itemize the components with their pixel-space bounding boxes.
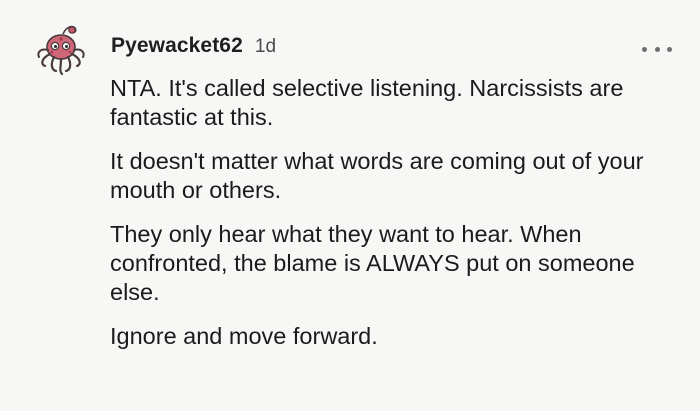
octopus-avatar-icon [37,25,85,76]
comment: Pyewacket62 1d NTA. It's called selectiv… [0,0,700,411]
comment-paragraph: Ignore and move forward. [110,323,378,349]
dot-icon [667,46,672,52]
dot-icon [654,46,660,52]
username[interactable]: Pyewacket62 [111,34,243,58]
user-avatar[interactable] [28,18,94,84]
comment-paragraph: They only hear what they want to hear. W… [110,221,635,305]
more-options-button[interactable] [642,44,672,54]
comment-age: 1d [254,36,277,57]
comment-paragraph: It doesn't matter what words are coming … [110,148,644,203]
comment-paragraph: NTA. It's called selective listening. Na… [110,75,624,130]
dot-icon [642,46,647,52]
comment-body: NTA. It's called selective listening. Na… [110,74,680,366]
comment-header: Pyewacket62 1d [111,34,276,62]
